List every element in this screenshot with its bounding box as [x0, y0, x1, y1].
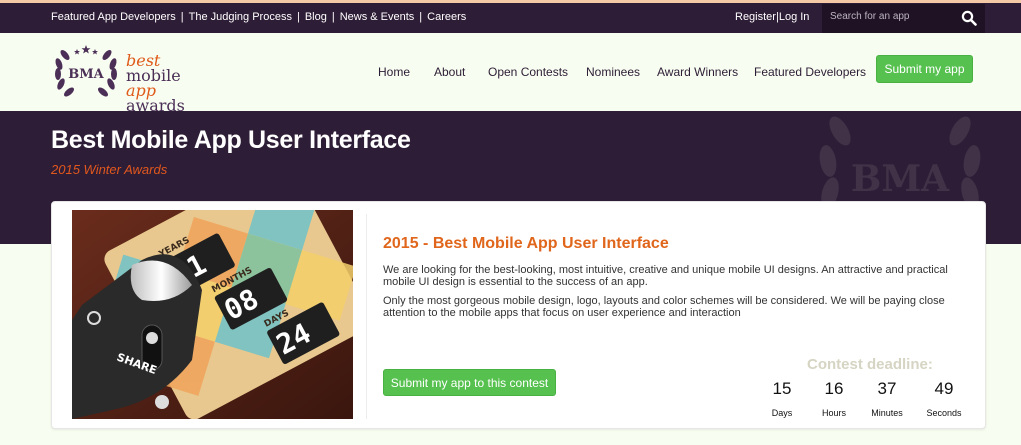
top-link-separator: | — [419, 11, 423, 23]
countdown-seconds-value: 49 — [934, 379, 954, 398]
login-link[interactable]: Log In — [779, 11, 810, 23]
nav-featured-developers[interactable]: Featured Developers — [754, 65, 866, 79]
contest-deadline-label: Contest deadline: — [807, 356, 933, 373]
countdown-seconds: 49 Seconds — [919, 379, 969, 418]
contest-title: 2015 - Best Mobile App User Interface — [383, 235, 669, 252]
countdown-seconds-label: Seconds — [926, 408, 962, 418]
search-input[interactable] — [830, 11, 950, 22]
countdown-days-value: 15 — [772, 379, 792, 398]
submit-app-button[interactable]: Submit my app — [876, 55, 973, 83]
top-link-separator: | — [331, 11, 335, 23]
countdown-hours-label: Hours — [821, 408, 846, 418]
site-header: BMA best mobile app awards Home About Op… — [0, 33, 1021, 114]
top-link-judging-process[interactable]: The Judging Process — [189, 11, 292, 23]
page-subtitle: 2015 Winter Awards — [51, 162, 168, 177]
search-icon[interactable] — [961, 10, 977, 26]
countdown-app-illustration: 01 08 24 YEARS MONTHS DAYS SHARE — [72, 210, 353, 419]
nav-home[interactable]: Home — [378, 65, 410, 79]
nav-about[interactable]: About — [434, 65, 465, 79]
top-bar: Featured App Developers | The Judging Pr… — [0, 0, 1021, 33]
contest-description-criteria: Only the most gorgeous mobile design, lo… — [383, 295, 945, 319]
watermark-initials: BMA — [851, 158, 950, 200]
top-link-separator: | — [180, 11, 184, 23]
logo-wordmark: best mobile app awards — [126, 53, 211, 114]
countdown-hours: 16 Hours — [809, 379, 859, 418]
page-title: Best Mobile App User Interface — [51, 126, 411, 154]
top-link-careers[interactable]: Careers — [427, 11, 466, 23]
countdown-days-label: Days — [771, 408, 793, 418]
countdown-days: 15 Days — [757, 379, 807, 418]
card-divider — [366, 214, 367, 419]
auth-links: Register|Log In — [735, 11, 809, 23]
contest-image: 01 08 24 YEARS MONTHS DAYS SHARE — [72, 210, 353, 419]
contest-card: 01 08 24 YEARS MONTHS DAYS SHARE — [51, 201, 986, 429]
site-logo[interactable]: BMA best mobile app awards — [51, 41, 211, 114]
countdown-hours-value: 16 — [824, 379, 844, 398]
contest-description: We are looking for the best-looking, mos… — [383, 264, 948, 288]
submit-to-contest-button[interactable]: Submit my app to this contest — [383, 369, 556, 396]
search-box — [822, 4, 985, 33]
logo-initials: BMA — [68, 67, 104, 82]
top-link-blog[interactable]: Blog — [305, 11, 327, 23]
nav-open-contests[interactable]: Open Contests — [488, 65, 568, 79]
top-link-news-events[interactable]: News & Events — [340, 11, 415, 23]
nav-nominees[interactable]: Nominees — [586, 65, 640, 79]
top-links: Featured App Developers | The Judging Pr… — [51, 11, 466, 23]
top-link-separator: | — [296, 11, 300, 23]
laurel-logo-icon: BMA — [55, 45, 117, 97]
countdown-minutes-label: Minutes — [871, 408, 903, 418]
top-link-featured-developers[interactable]: Featured App Developers — [51, 11, 176, 23]
countdown-minutes-value: 37 — [877, 379, 897, 398]
countdown-minutes: 37 Minutes — [862, 379, 912, 418]
nav-award-winners[interactable]: Award Winners — [657, 65, 738, 79]
register-link[interactable]: Register — [735, 11, 776, 23]
